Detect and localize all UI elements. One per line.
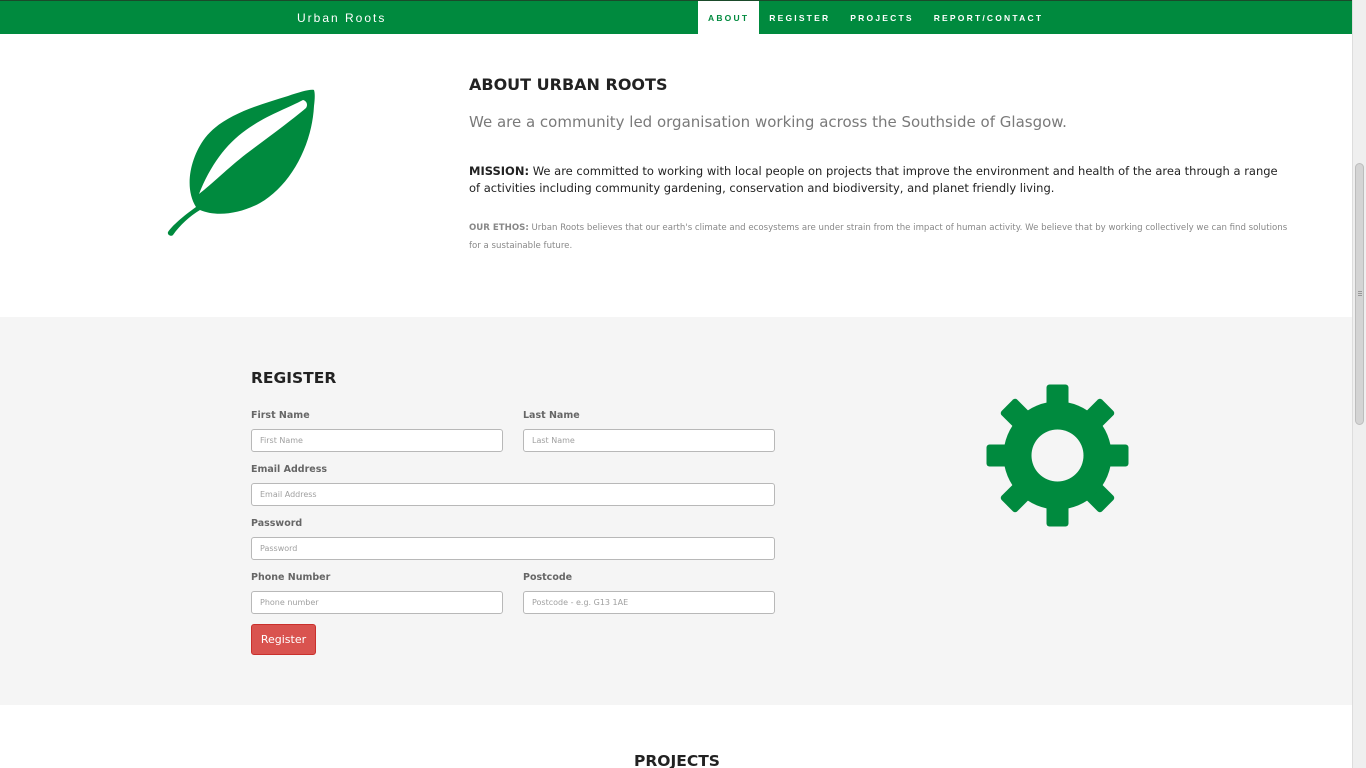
scrollbar-grip-icon [1358, 291, 1362, 292]
email-field[interactable] [251, 483, 775, 506]
nav-item-report-contact[interactable]: REPORT/CONTACT [924, 1, 1054, 35]
register-button[interactable]: Register [251, 624, 316, 655]
last-name-field[interactable] [523, 429, 775, 452]
last-name-label: Last Name [523, 410, 580, 421]
nav-item-about[interactable]: ABOUT [698, 1, 760, 35]
scrollbar-thumb[interactable] [1355, 163, 1364, 425]
mission-text: We are committed to working with local p… [469, 164, 1278, 195]
ethos-label: OUR ETHOS: [469, 223, 529, 233]
first-name-label: First Name [251, 410, 310, 421]
password-label: Password [251, 518, 303, 529]
phone-label: Phone Number [251, 572, 331, 583]
leaf-icon [167, 89, 315, 236]
about-lead-text: We are a community led organisation work… [469, 113, 1067, 131]
register-section: REGISTER First Name Last Name Email Addr… [0, 317, 1352, 705]
email-label: Email Address [251, 464, 328, 475]
brand-logo[interactable]: Urban Roots [297, 1, 386, 35]
phone-field[interactable] [251, 591, 503, 614]
password-field[interactable] [251, 537, 775, 560]
gear-icon [986, 384, 1129, 527]
about-section: ABOUT URBAN ROOTS We are a community led… [0, 34, 1352, 317]
nav-item-register[interactable]: REGISTER [759, 1, 840, 35]
mission-paragraph: MISSION: We are committed to working wit… [469, 163, 1289, 197]
page-scrollbar[interactable] [1352, 0, 1366, 768]
postcode-label: Postcode [523, 572, 573, 583]
register-title: REGISTER [251, 369, 337, 387]
mission-label: MISSION: [469, 164, 530, 178]
nav-item-projects[interactable]: PROJECTS [840, 1, 923, 35]
about-title: ABOUT URBAN ROOTS [469, 75, 668, 94]
postcode-field[interactable] [523, 591, 775, 614]
ethos-text: Urban Roots believes that our earth's cl… [469, 223, 1288, 251]
projects-title: PROJECTS [634, 752, 720, 768]
first-name-field[interactable] [251, 429, 503, 452]
ethos-paragraph: OUR ETHOS: Urban Roots believes that our… [469, 219, 1289, 255]
top-navbar: Urban Roots ABOUT REGISTER PROJECTS REPO… [0, 0, 1352, 35]
nav-menu: ABOUT REGISTER PROJECTS REPORT/CONTACT [698, 1, 1053, 35]
